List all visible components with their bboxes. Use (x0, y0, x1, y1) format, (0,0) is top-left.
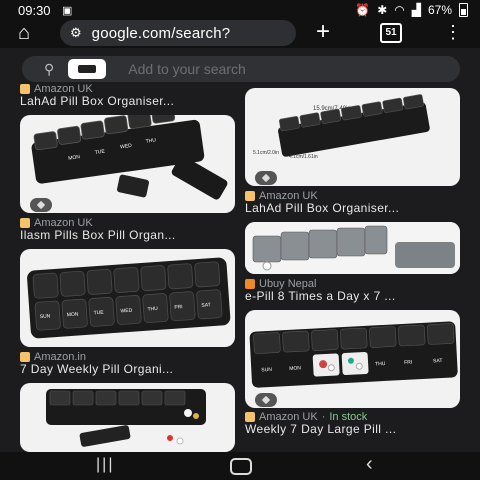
pill-box-illustration: 15.9cm/7.40in 5.1cm/2.0in 4.1cm/1.61in (253, 94, 430, 160)
wifi-icon: ◠ (394, 3, 405, 17)
bluetooth-icon: ✱ (377, 3, 388, 17)
day-label-fri: FRI (174, 304, 182, 311)
product-image[interactable]: MON TUE WED THU (20, 115, 235, 213)
result-title[interactable]: LahAd Pill Box Organiser... (245, 201, 465, 215)
day-label-tue: TUE (93, 310, 104, 317)
day-label-mon: MON (289, 365, 301, 372)
status-bar: 09:30 ▣ ⏰ ✱ ◠ ▟ 67% (0, 0, 480, 20)
result-title[interactable]: LahAd Pill Box Organiser... (20, 94, 240, 108)
battery-icon (459, 3, 468, 17)
result-title[interactable]: 7 Day Weekly Pill Organi... (20, 362, 240, 376)
tag-icon (255, 393, 277, 407)
result-title[interactable]: Ilasm Pills Box Pill Organ... (20, 228, 240, 242)
site-settings-icon[interactable]: ⚙ (70, 25, 82, 41)
battery-percent: 67% (427, 3, 452, 17)
pill-box-illustration: SUN MON THU FRI SAT (249, 321, 458, 388)
tag-icon (30, 198, 52, 212)
day-label-mon: MON (67, 311, 79, 318)
amazon-favicon-icon (20, 352, 30, 362)
day-label-fri: FRI (404, 360, 412, 366)
url-text[interactable]: google.com/search? (92, 25, 231, 42)
result-title[interactable]: Weekly 7 Day Large Pill ... (245, 422, 465, 436)
status-time: 09:30 (18, 3, 51, 18)
day-label-sat: SAT (433, 358, 443, 364)
search-icon[interactable]: ⚲ (44, 61, 54, 78)
tag-icon (255, 171, 277, 185)
dimension-label: 4.1cm/1.61in (289, 154, 318, 160)
pill-box-illustration (245, 222, 460, 274)
gallery-notification-icon: ▣ (62, 5, 73, 17)
tab-switcher-button[interactable]: 51 (380, 23, 402, 43)
more-menu-icon[interactable]: ⋮ (444, 22, 462, 43)
recents-button[interactable]: ||| (96, 456, 114, 474)
dimension-label: 5.1cm/2.0in (253, 150, 279, 156)
search-bar[interactable]: ⚲ Add to your search (22, 56, 460, 82)
home-icon[interactable]: ⌂ (18, 22, 30, 45)
search-input[interactable]: Add to your search (128, 61, 246, 77)
search-image-thumbnail[interactable] (68, 59, 107, 79)
system-nav-bar: ||| ‹ (0, 452, 480, 480)
product-image[interactable] (20, 383, 235, 452)
dimension-label: 15.9cm/7.40in (313, 106, 351, 112)
status-icons: ⏰ ✱ ◠ ▟ 67% (355, 3, 468, 17)
product-image[interactable]: 15.9cm/7.40in 5.1cm/2.0in 4.1cm/1.61in (245, 88, 460, 186)
home-button[interactable] (230, 458, 252, 475)
result-title[interactable]: e-Pill 8 Times a Day x 7 ... (245, 289, 465, 303)
ubuy-favicon-icon (245, 279, 255, 289)
amazon-favicon-icon (245, 412, 255, 422)
day-label-thu: THU (147, 306, 158, 313)
product-image[interactable]: SUN MON TUE WED THU FRI SAT (20, 249, 235, 347)
pill-box-illustration: SUN MON TUE WED THU FRI SAT (27, 257, 231, 339)
product-image[interactable]: SUN MON THU FRI SAT (245, 310, 460, 408)
pill-box-illustration (46, 389, 206, 447)
alarm-icon: ⏰ (355, 3, 371, 17)
day-label-sun: SUN (40, 313, 51, 320)
pill-box-illustration: MON TUE WED THU (31, 115, 228, 200)
address-bar[interactable]: ⚙ google.com/search? (60, 20, 296, 46)
amazon-favicon-icon (20, 84, 30, 94)
day-label-thu: THU (375, 361, 386, 368)
signal-icon: ▟ (411, 3, 421, 17)
browser-toolbar: ⌂ ⚙ google.com/search? + 51 ⋮ (0, 18, 480, 48)
back-button[interactable]: ‹ (366, 453, 373, 476)
day-label-sun: SUN (261, 367, 272, 374)
day-label-sat: SAT (201, 302, 211, 309)
new-tab-icon[interactable]: + (316, 18, 330, 46)
day-label-wed: WED (120, 308, 132, 315)
amazon-favicon-icon (20, 218, 30, 228)
amazon-favicon-icon (245, 191, 255, 201)
product-image[interactable] (245, 222, 460, 274)
